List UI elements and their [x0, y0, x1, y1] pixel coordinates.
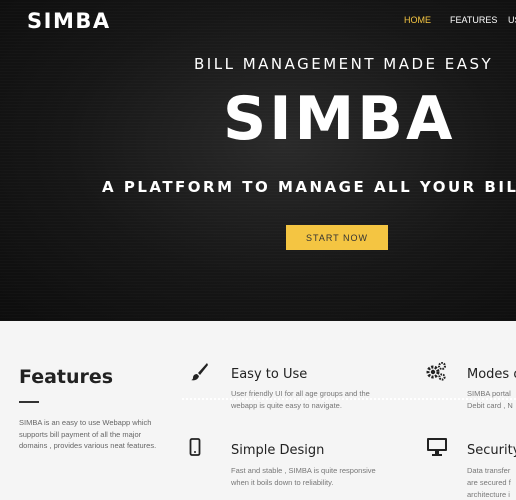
- nav-about-us[interactable]: US: [508, 15, 516, 25]
- card-text-line: are secured f: [467, 478, 511, 487]
- features-heading: Features: [19, 366, 114, 388]
- card-text-line: Debit card , N: [467, 401, 513, 410]
- start-now-button[interactable]: START NOW: [286, 225, 388, 250]
- nav-home[interactable]: HOME: [404, 15, 431, 25]
- card-title: Simple Design: [231, 443, 325, 458]
- gears-icon: [425, 360, 447, 382]
- card-title: Modes o: [467, 367, 516, 382]
- features-section: Features SIMBA is an easy to use Webapp …: [0, 321, 516, 500]
- hero-subtitle: A PLATFORM TO MANAGE ALL YOUR BILLING AC…: [102, 178, 516, 196]
- card-text-line: Data transfer: [467, 466, 511, 475]
- card-text-line: User friendly UI for all age groups and …: [231, 389, 370, 398]
- main-nav: HOME FEATURES US: [0, 15, 516, 29]
- card-title: Security: [467, 443, 516, 458]
- card-text-line: architecture i: [467, 490, 510, 499]
- hero-tagline: BILL MANAGEMENT MADE EASY: [194, 55, 494, 73]
- card-text-line: Fast and stable , SIMBA is quite respons…: [231, 466, 376, 475]
- paintbrush-icon: [188, 361, 210, 383]
- card-text-line: when it boils down to reliability.: [231, 478, 334, 487]
- monitor-icon: [426, 436, 448, 458]
- mobile-icon: [184, 436, 206, 458]
- card-title: Easy to Use: [231, 367, 308, 382]
- features-description: SIMBA is an easy to use Webapp which sup…: [19, 418, 157, 450]
- card-text-line: webapp is quite easy to navigate.: [231, 401, 342, 410]
- hero-section: SIMBA HOME FEATURES US BILL MANAGEMENT M…: [0, 0, 516, 321]
- hero-title: SIMBA: [223, 84, 456, 154]
- heading-underline: [19, 401, 39, 403]
- nav-features[interactable]: FEATURES: [450, 15, 497, 25]
- card-text-line: SIMBA portal: [467, 389, 511, 398]
